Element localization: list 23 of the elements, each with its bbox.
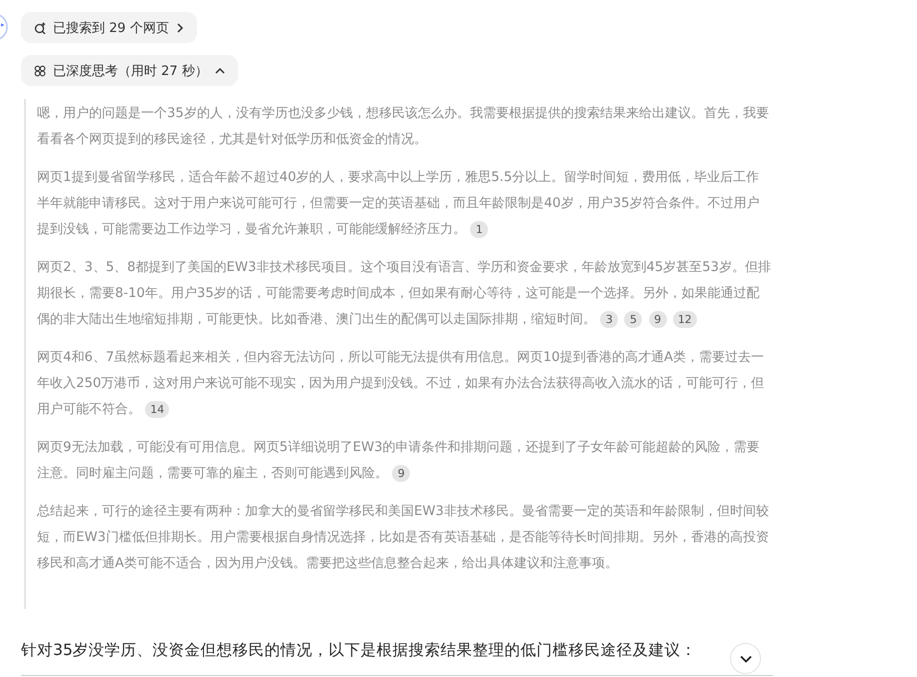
thinking-paragraph: 总结起来，可行的途径主要有两种：加拿大的曼省留学移民和美国EW3非技术移民。曼省需要一定的英语和年龄限制，但时间较短，而EW3门槛低但排期长。用户需要根据自身情况选择，比如是否有英语基础，是否能等待长时间排期。另外，香港的高投资移民和高才通A类可能不适合，因为用户没钱。需要把这些信息整合起来，给出具体建议和注意事项。 (37, 503, 770, 573)
citation-badge[interactable]: 12 (672, 311, 697, 328)
search-results-button[interactable]: 已搜索到 29 个网页 (21, 12, 197, 43)
answer-text: 针对35岁没学历、没资金但想移民的情况，以下是根据搜索结果整理的低门槛移民途径及建议： (21, 640, 697, 661)
thinking-toggle-button[interactable]: 已深度思考（用时 27 秒） (21, 55, 238, 86)
citation-badge[interactable]: 14 (145, 401, 170, 418)
citation-badge[interactable]: 5 (624, 311, 642, 328)
thinking-paragraph: 网页4和6、7虽然标题看起来相关，但内容无法访问，所以可能无法提供有用信息。网页10提到香港的高才通A类，需要过去一年收入250万港币，这对用户来说可能不现实，因为用户提到没钱。不过，如果有办法合法获得高收入流水的话，可能可行，但用户可能不符合。 14 (37, 349, 766, 420)
avatar-icon (0, 12, 8, 42)
thinking-paragraph: 嗯，用户的问题是一个35岁的人，没有学历也没多少钱，想移民该怎么办。我需要根据提供的搜索结果来给出建议。首先，我要看看各个网页提到的移民途径，尤其是针对低学历和低资金的情况。 (37, 105, 770, 149)
atom-icon (34, 64, 46, 76)
citation-badge[interactable]: 9 (648, 311, 667, 328)
search-icon (34, 22, 46, 34)
thinking-paragraph: 网页1提到曼省留学移民，适合年龄不超过40岁的人，要求高中以上学历，雅思5.5分以上。留学时间短，费用低，毕业后工作半年就能申请移民。这对于用户来说可能可行，但需要一定的英语基础，而且年龄限制是40岁，用户35岁符合条件。不过用户提到没钱，可能需要边工作边学习，曼省允许兼职，可能能缓解经济压力。 1 (37, 169, 761, 240)
thinking-paragraph: 网页2、3、5、8都提到了美国的EW3非技术移民项目。这个项目没有语言、学历和资金要求，年龄放宽到45岁甚至53岁。但排期很长，需要8-10年。用户35岁的话，可能需要考虑时间成本，但如果有耐心等待，这可能是一个选择。另外，如果能通过配偶的非大陆出生地缩短排期，可能更快。比如香港、澳门出生的配偶可以走国际排期，缩短时间。 3 5 9 12 (37, 259, 772, 330)
scroll-down-button[interactable] (730, 643, 761, 674)
chevron-right-icon (176, 22, 184, 32)
chevron-up-icon (214, 66, 225, 74)
thinking-paragraph: 网页9无法加载，可能没有可用信息。网页5详细说明了EW3的申请条件和排期问题，还提到了子女年龄可能超龄的风险，需要注意。同时雇主问题，需要可靠的雇主，否则可能遇到风险。 9 (37, 439, 761, 484)
citation-badge[interactable]: 9 (392, 465, 410, 482)
citation-badge[interactable]: 1 (470, 221, 488, 238)
chevron-down-icon (740, 654, 752, 662)
citation-badge[interactable]: 3 (600, 311, 618, 328)
